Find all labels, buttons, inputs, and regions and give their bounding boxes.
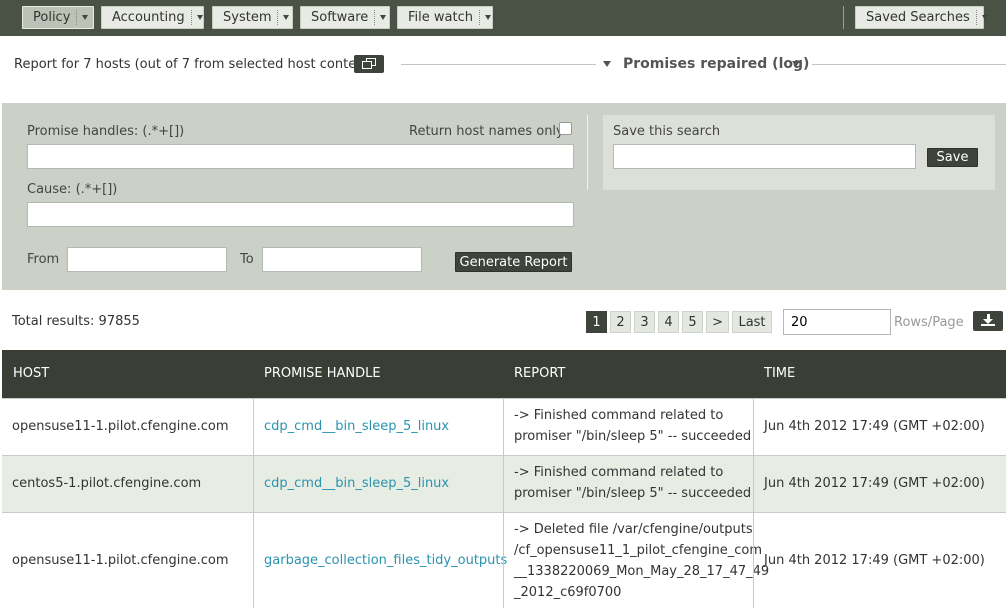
triangle-down-icon[interactable] — [792, 61, 800, 67]
divider-line — [401, 64, 596, 65]
cause-label: Cause: (.*+[]) — [27, 182, 118, 197]
top-nav-bar: Policy Accounting System Software File w… — [0, 0, 1006, 36]
nav-system-label: System — [223, 10, 272, 25]
column-header-time[interactable]: TIME — [764, 366, 795, 381]
chevron-down-icon — [981, 15, 988, 20]
chevron-down-icon — [380, 15, 387, 20]
page-button-4[interactable]: 4 — [658, 311, 679, 333]
handle-cell: garbage_collection_files_tidy_outputs — [253, 513, 507, 608]
next-page-button[interactable]: > — [706, 311, 729, 333]
nav-filewatch-button[interactable]: File watch — [397, 6, 493, 29]
report-line: promiser "/bin/sleep 5" -- succeeded — [514, 429, 752, 444]
nav-system-button[interactable]: System — [212, 6, 293, 29]
nav-policy-label: Policy — [33, 10, 71, 25]
from-label: From — [27, 252, 60, 267]
nav-accounting-button[interactable]: Accounting — [101, 6, 204, 29]
host-cell: opensuse11-1.pilot.cfengine.com — [2, 513, 253, 608]
divider-line — [812, 64, 1006, 65]
time-cell: Jun 4th 2012 17:49 (GMT +02:00) — [753, 513, 1006, 608]
host-cell: opensuse11-1.pilot.cfengine.com — [2, 399, 253, 455]
page-button-5[interactable]: 5 — [682, 311, 703, 333]
report-line: /cf_opensuse11_1_pilot_cfengine_com — [514, 543, 762, 558]
report-line: -> Deleted file /var/cfengine/outputs — [514, 522, 753, 537]
chevron-down-icon — [283, 15, 290, 20]
time-value: Jun 4th 2012 17:49 (GMT +02:00) — [764, 553, 985, 568]
to-date-input[interactable] — [262, 247, 422, 272]
chevron-down-icon — [484, 15, 491, 20]
report-cell: -> Finished command related to promiser … — [503, 456, 753, 512]
promise-handles-input[interactable] — [27, 144, 574, 169]
time-cell: Jun 4th 2012 17:49 (GMT +02:00) — [753, 399, 1006, 455]
nav-divider — [843, 6, 844, 29]
return-host-names-checkbox[interactable] — [559, 122, 572, 135]
report-line: promiser "/bin/sleep 5" -- succeeded — [514, 486, 752, 501]
nav-accounting-label: Accounting — [112, 10, 185, 25]
column-header-promise-handle[interactable]: PROMISE HANDLE — [264, 366, 381, 381]
time-cell: Jun 4th 2012 17:49 (GMT +02:00) — [753, 456, 1006, 512]
to-label: To — [240, 252, 254, 267]
promise-handle-link[interactable]: cdp_cmd__bin_sleep_5_linux — [264, 416, 449, 437]
promise-handle-link[interactable]: garbage_collection_files_tidy_outputs — [264, 550, 507, 571]
handle-cell: cdp_cmd__bin_sleep_5_linux — [253, 456, 503, 512]
saved-searches-button[interactable]: Saved Searches — [855, 6, 988, 29]
page-button-1[interactable]: 1 — [586, 311, 607, 333]
triangle-down-icon[interactable] — [603, 61, 611, 67]
save-button[interactable]: Save — [927, 148, 978, 167]
cause-input[interactable] — [27, 202, 574, 227]
panel-separator — [587, 115, 588, 190]
report-cell: -> Deleted file /var/cfengine/outputs /c… — [503, 513, 769, 608]
chevron-down-icon — [82, 15, 89, 20]
rows-per-page-input[interactable] — [783, 309, 891, 335]
nav-filewatch-label: File watch — [408, 10, 473, 25]
column-header-report[interactable]: REPORT — [514, 366, 565, 381]
host-name: opensuse11-1.pilot.cfengine.com — [12, 553, 229, 568]
return-host-names-label: Return host names only: — [409, 124, 568, 139]
table-header: HOST PROMISE HANDLE REPORT TIME — [2, 350, 1006, 398]
download-icon[interactable] — [973, 311, 1003, 331]
report-line: -> Finished command related to — [514, 465, 724, 480]
rows-per-page-label: Rows/Page — [894, 315, 964, 330]
report-line: _2012_c69f0700 — [514, 585, 622, 600]
time-value: Jun 4th 2012 17:49 (GMT +02:00) — [764, 419, 985, 434]
host-name: opensuse11-1.pilot.cfengine.com — [12, 419, 229, 434]
table-row: opensuse11-1.pilot.cfengine.com cdp_cmd_… — [2, 398, 1006, 455]
last-page-button[interactable]: Last — [732, 311, 772, 333]
host-cell: centos5-1.pilot.cfengine.com — [2, 456, 253, 512]
nav-policy-button[interactable]: Policy — [22, 6, 94, 29]
host-name: centos5-1.pilot.cfengine.com — [12, 476, 202, 491]
report-type-selector[interactable]: Promises repaired (log) — [623, 56, 809, 72]
popout-window-icon[interactable] — [354, 55, 384, 73]
chevron-down-icon — [196, 15, 203, 20]
table-row: opensuse11-1.pilot.cfengine.com garbage_… — [2, 512, 1006, 608]
page-button-3[interactable]: 3 — [634, 311, 655, 333]
generate-report-button[interactable]: Generate Report — [455, 252, 572, 272]
nav-software-button[interactable]: Software — [300, 6, 390, 29]
save-search-label: Save this search — [613, 124, 721, 139]
report-host-summary: Report for 7 hosts (out of 7 from select… — [14, 57, 374, 72]
save-search-input[interactable] — [613, 144, 916, 169]
report-cell: -> Finished command related to promiser … — [503, 399, 753, 455]
nav-software-label: Software — [311, 10, 369, 25]
saved-searches-label: Saved Searches — [866, 10, 970, 25]
promise-handles-label: Promise handles: (.*+[]) — [27, 124, 185, 139]
table-row: centos5-1.pilot.cfengine.com cdp_cmd__bi… — [2, 455, 1006, 512]
report-line: __1338220069_Mon_May_28_17_47_49 — [514, 564, 770, 579]
column-header-host[interactable]: HOST — [13, 366, 49, 381]
total-results: Total results: 97855 — [12, 314, 140, 329]
page-button-2[interactable]: 2 — [610, 311, 631, 333]
handle-cell: cdp_cmd__bin_sleep_5_linux — [253, 399, 503, 455]
time-value: Jun 4th 2012 17:49 (GMT +02:00) — [764, 476, 985, 491]
from-date-input[interactable] — [67, 247, 227, 272]
report-line: -> Finished command related to — [514, 408, 724, 423]
promise-handle-link[interactable]: cdp_cmd__bin_sleep_5_linux — [264, 473, 449, 494]
